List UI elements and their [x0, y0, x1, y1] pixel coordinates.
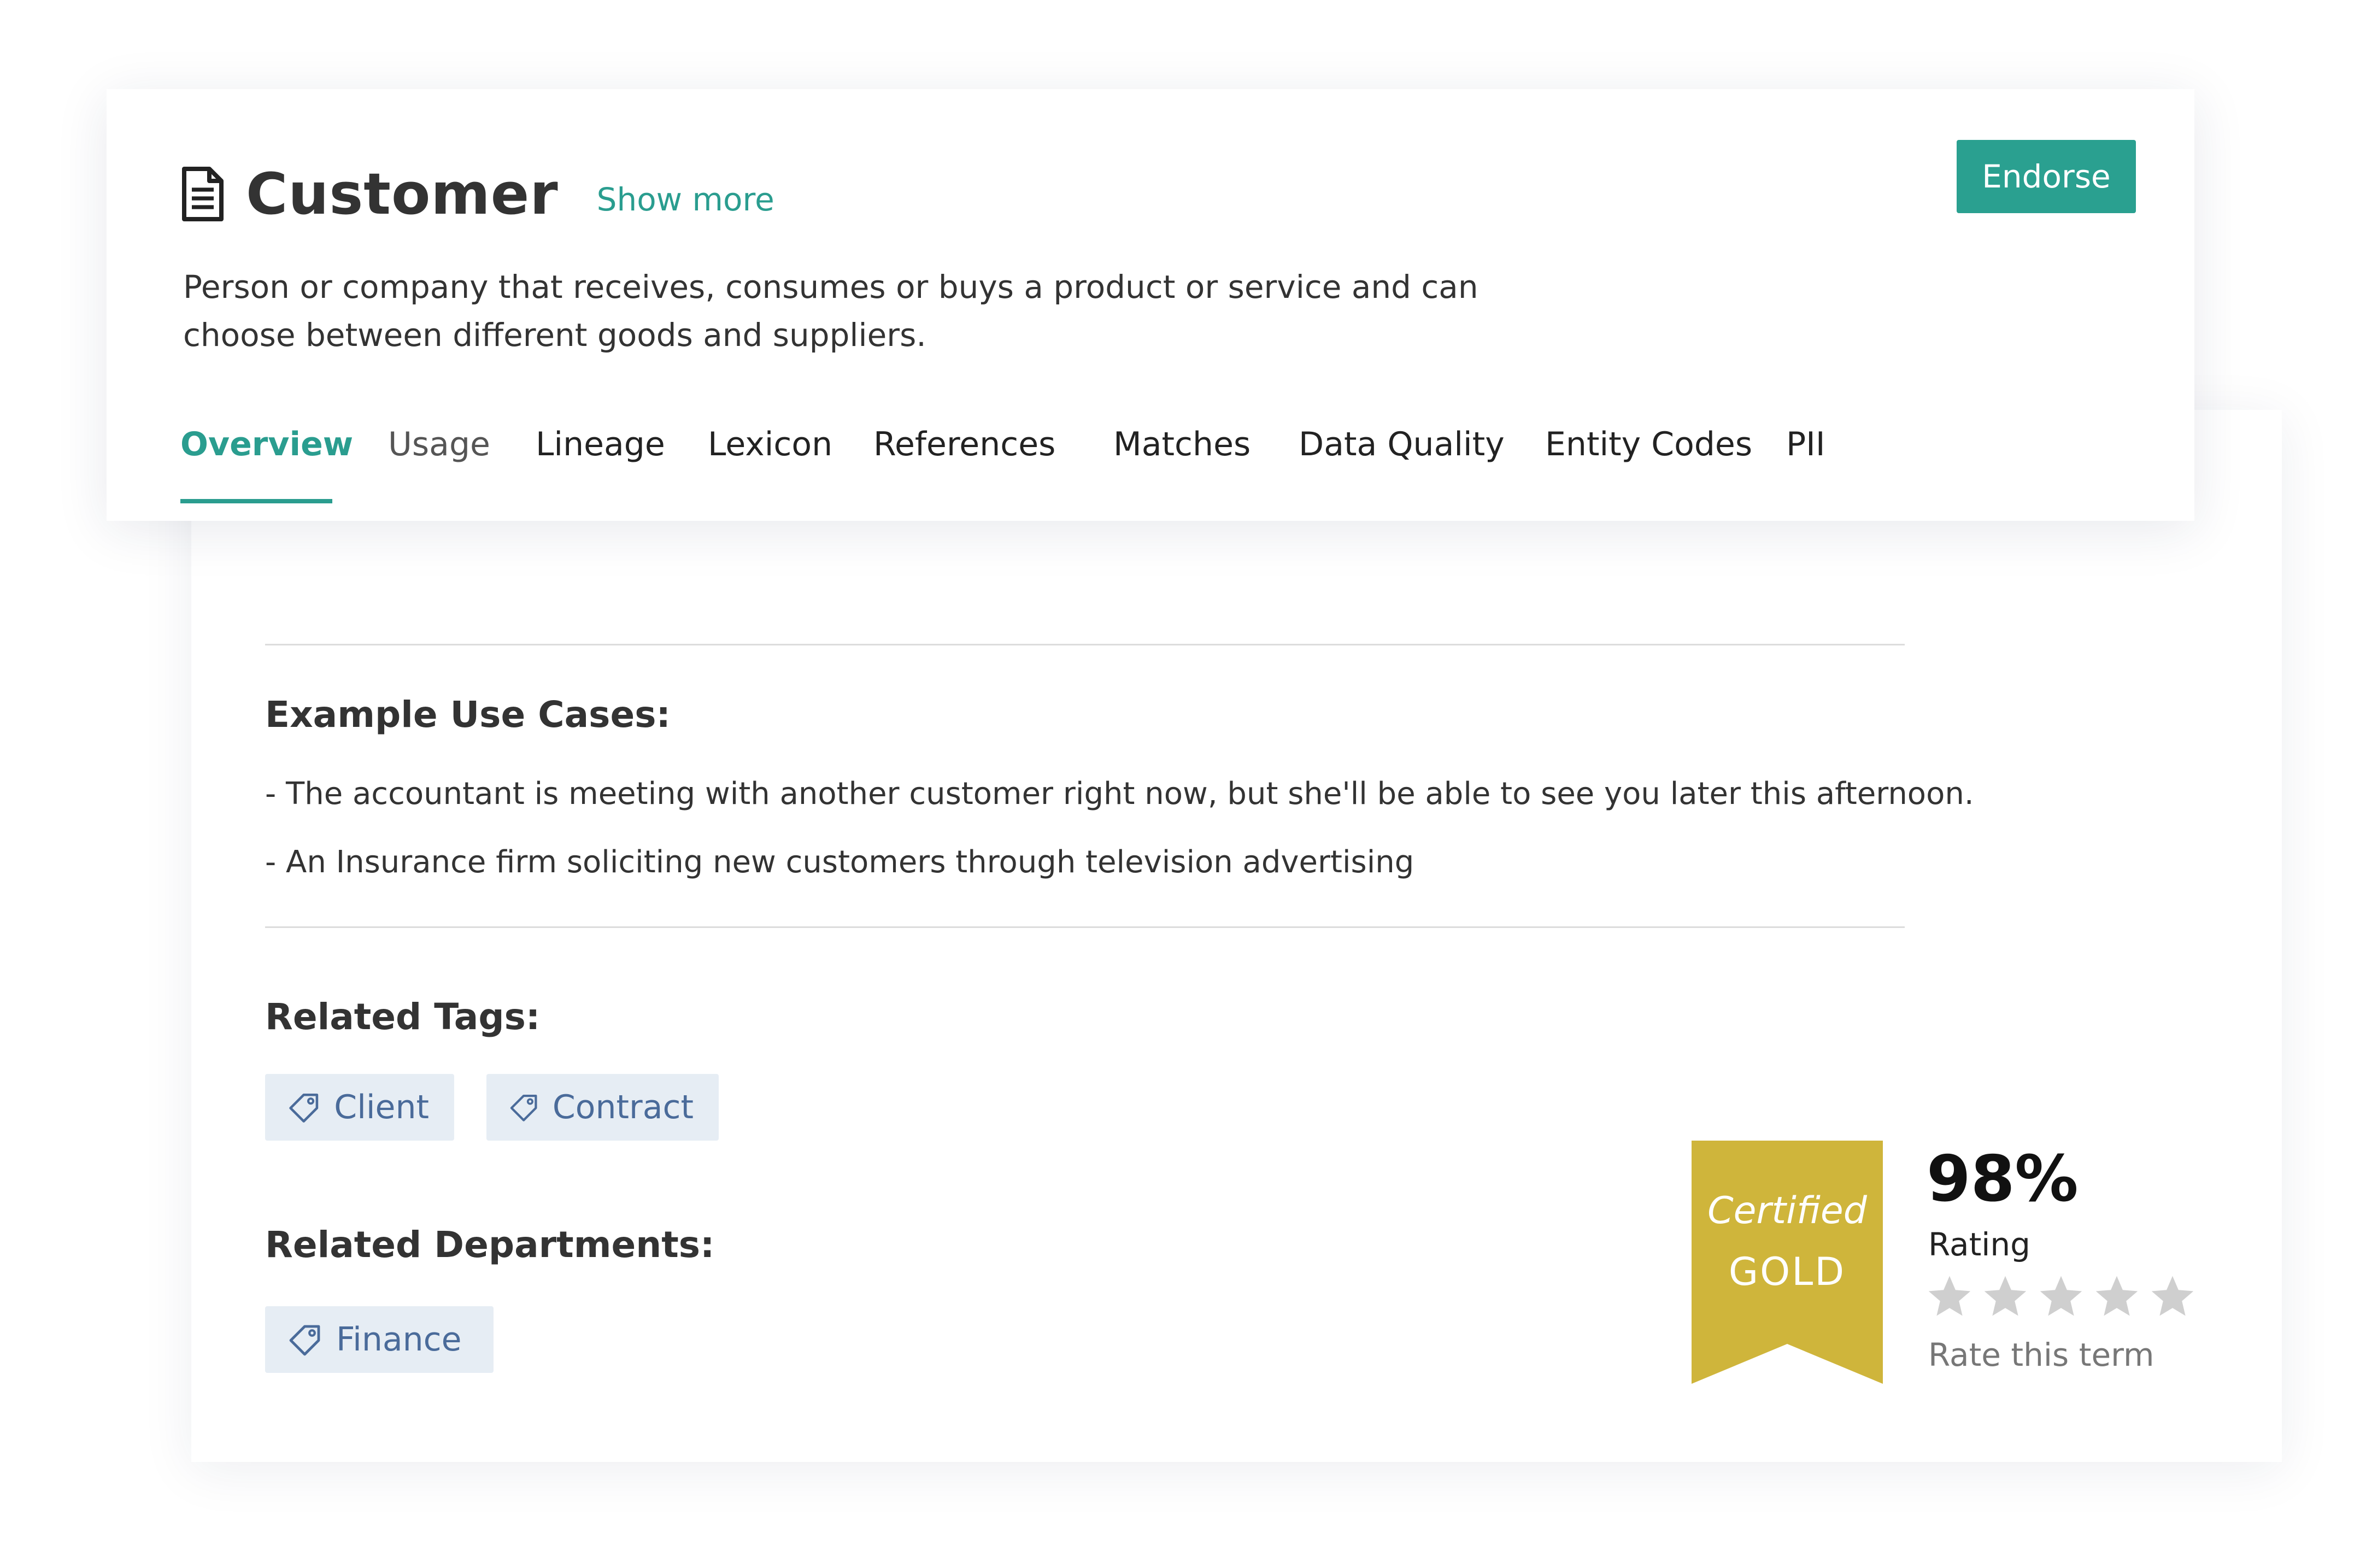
overview-panel: Example Use Cases: - The accountant is m… — [191, 410, 2282, 1462]
star-icon[interactable] — [2092, 1272, 2141, 1322]
show-more-link[interactable]: Show more — [597, 184, 774, 215]
use-case-item: - An Insurance firm soliciting new custo… — [265, 844, 1414, 880]
use-cases-heading: Example Use Cases: — [265, 694, 671, 736]
tab-lexicon[interactable]: Lexicon — [708, 428, 832, 461]
title-row: Customer Show more — [180, 166, 774, 222]
tab-matches[interactable]: Matches — [1113, 428, 1250, 461]
star-icon[interactable] — [2148, 1272, 2197, 1322]
endorse-button[interactable]: Endorse — [1957, 140, 2136, 213]
use-case-item: - The accountant is meeting with another… — [265, 776, 1974, 812]
active-tab-indicator — [180, 499, 332, 503]
related-departments-heading: Related Departments: — [265, 1224, 715, 1266]
tag-chip-client[interactable]: Client — [265, 1074, 454, 1141]
rating-value: 98% — [1927, 1142, 2079, 1216]
tag-icon — [289, 1325, 320, 1356]
term-header-card: Customer Show more Person or company tha… — [107, 89, 2194, 521]
tag-label: Client — [334, 1088, 429, 1126]
badge-certified-text: Certified — [1707, 1189, 1867, 1232]
tab-usage[interactable]: Usage — [388, 428, 490, 461]
term-description: Person or company that receives, consume… — [183, 268, 1478, 354]
tab-references[interactable]: References — [873, 428, 1055, 461]
tab-entity-codes[interactable]: Entity Codes — [1545, 428, 1752, 461]
page-title: Customer — [246, 161, 559, 227]
tab-data-quality[interactable]: Data Quality — [1299, 428, 1505, 461]
department-chip-finance[interactable]: Finance — [265, 1306, 494, 1373]
tag-label: Contract — [552, 1088, 694, 1126]
certified-gold-badge: Certified GOLD — [1692, 1141, 1883, 1384]
related-tags-heading: Related Tags: — [265, 996, 541, 1038]
tab-pii[interactable]: PII — [1786, 428, 1825, 461]
tab-overview[interactable]: Overview — [180, 428, 353, 461]
divider — [265, 926, 1905, 928]
rating-label: Rating — [1928, 1226, 2030, 1263]
divider — [265, 644, 1905, 645]
star-icon[interactable] — [1981, 1272, 2030, 1322]
rate-this-term-link[interactable]: Rate this term — [1928, 1339, 2154, 1371]
star-icon[interactable] — [2036, 1272, 2086, 1322]
tab-lineage[interactable]: Lineage — [536, 428, 665, 461]
document-icon — [182, 167, 224, 221]
star-rating[interactable] — [1925, 1272, 2197, 1322]
badge-level-text: GOLD — [1728, 1249, 1846, 1294]
tag-label: Finance — [336, 1320, 462, 1359]
tag-chip-contract[interactable]: Contract — [486, 1074, 719, 1141]
tag-icon — [289, 1093, 319, 1123]
tag-icon — [510, 1094, 537, 1121]
star-icon[interactable] — [1925, 1272, 1974, 1322]
